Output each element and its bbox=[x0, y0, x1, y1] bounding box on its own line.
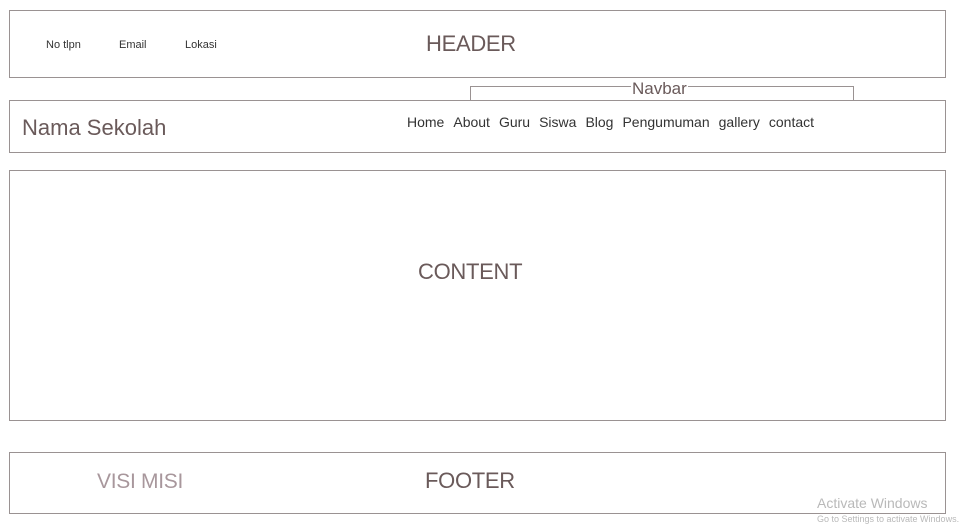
nav-item-pengumuman[interactable]: Pengumuman bbox=[622, 114, 709, 130]
location: Lokasi bbox=[185, 39, 217, 51]
email: Email bbox=[119, 39, 147, 51]
content-section bbox=[9, 170, 946, 421]
activate-windows-subtitle: Go to Settings to activate Windows. bbox=[817, 514, 960, 524]
content-title: CONTENT bbox=[418, 259, 523, 284]
nav-item-gallery[interactable]: gallery bbox=[719, 114, 760, 130]
visi-misi-label: VISI MISI bbox=[97, 470, 183, 493]
school-name[interactable]: Nama Sekolah bbox=[22, 115, 166, 141]
nav-menu: Home About Guru Siswa Blog Pengumuman ga… bbox=[407, 114, 814, 130]
nav-item-about[interactable]: About bbox=[453, 114, 490, 130]
header-title: HEADER bbox=[426, 31, 516, 56]
nav-item-guru[interactable]: Guru bbox=[499, 114, 530, 130]
activate-windows-title: Activate Windows bbox=[817, 495, 928, 511]
nav-item-siswa[interactable]: Siswa bbox=[539, 114, 576, 130]
nav-item-contact[interactable]: contact bbox=[769, 114, 814, 130]
nav-item-blog[interactable]: Blog bbox=[585, 114, 613, 130]
navbar-annotation: Navbar bbox=[631, 79, 688, 99]
nav-item-home[interactable]: Home bbox=[407, 114, 444, 130]
footer-title: FOOTER bbox=[425, 468, 515, 493]
phone-number: No tlpn bbox=[46, 39, 81, 51]
